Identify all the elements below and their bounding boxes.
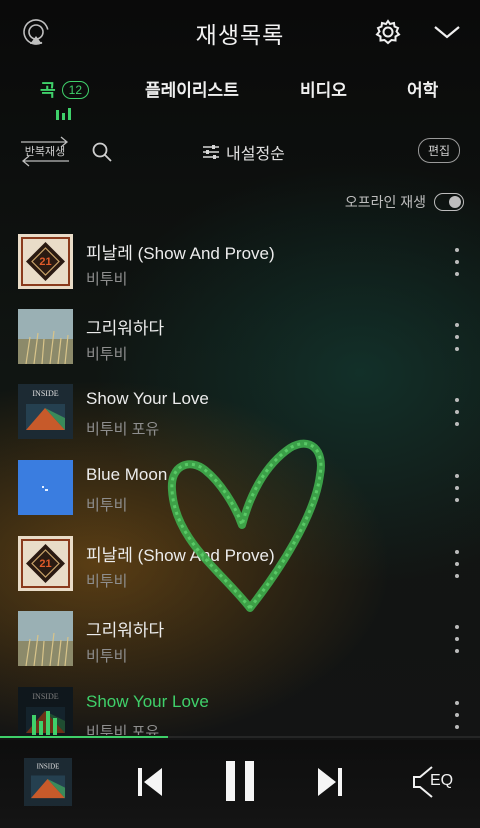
song-artist: 비투비 포유: [86, 724, 160, 735]
album-art-inside: INSIDE: [18, 384, 73, 439]
repeat-label: 반복재생: [24, 146, 66, 158]
song-row[interactable]: INSIDE Show Your Love 비투비 포유: [0, 374, 480, 448]
offline-play-toggle-row: 오프라인 재생: [345, 192, 464, 212]
song-artist: 비투비 포유: [86, 421, 160, 438]
equalizer-icon: [56, 108, 71, 120]
offline-play-toggle[interactable]: [434, 193, 464, 211]
album-art-field: [18, 309, 73, 364]
song-row[interactable]: 21 피날레 (Show And Prove) 비투비: [0, 224, 480, 298]
song-artist: 비투비: [86, 497, 128, 514]
tab-language[interactable]: 어학: [407, 76, 438, 101]
more-options-button[interactable]: [448, 398, 466, 426]
more-options-button[interactable]: [448, 248, 466, 276]
sliders-icon: [203, 145, 219, 159]
song-row-now-playing[interactable]: INSIDE Show Your Love 비투비 포유: [0, 677, 480, 735]
more-options-button[interactable]: [448, 701, 466, 729]
edit-button[interactable]: 편집: [418, 138, 461, 163]
song-title: 그리워하다: [86, 621, 165, 640]
album-art-finale: 21: [18, 536, 73, 591]
tab-videos[interactable]: 비디오: [300, 76, 347, 101]
gear-icon: [375, 19, 401, 45]
svg-text:INSIDE: INSIDE: [32, 389, 58, 398]
more-options-button[interactable]: [448, 323, 466, 351]
previous-button[interactable]: [128, 760, 172, 804]
search-button[interactable]: [88, 138, 116, 166]
song-artist: 비투비: [86, 648, 128, 665]
song-row[interactable]: 그리워하다 비투비: [0, 299, 480, 373]
song-row[interactable]: Blue Moon 비투비: [0, 450, 480, 524]
skip-next-icon: [318, 768, 342, 796]
search-icon: [92, 142, 112, 162]
song-row[interactable]: 21 피날레 (Show And Prove) 비투비: [0, 526, 480, 600]
more-options-button[interactable]: [448, 625, 466, 653]
song-title: Show Your Love: [86, 692, 209, 711]
page-title: 재생목록: [195, 22, 285, 48]
song-title: Blue Moon: [86, 465, 168, 484]
tab-songs[interactable]: 곡 12: [40, 76, 89, 120]
song-artist: 비투비: [86, 271, 128, 288]
song-title: 그리워하다: [86, 319, 165, 338]
tab-label: 곡: [40, 81, 56, 100]
eq-button[interactable]: EQ: [410, 762, 460, 802]
song-title: 피날레 (Show And Prove): [86, 244, 275, 263]
song-artist: 비투비: [86, 346, 128, 363]
svg-text:INSIDE: INSIDE: [37, 762, 60, 770]
eq-label: EQ: [430, 772, 454, 789]
song-artist: 비투비: [86, 573, 128, 590]
song-count-badge: 12: [61, 81, 89, 99]
tab-bar: 곡 12 플레이리스트 비디오 어학: [0, 70, 480, 120]
progress-fill: [0, 736, 168, 738]
more-options-button[interactable]: [448, 550, 466, 578]
album-art-finale: 21: [18, 234, 73, 289]
repeat-play-button[interactable]: 반복재생: [18, 136, 72, 167]
mini-player: INSIDE EQ: [0, 740, 480, 828]
tab-playlists[interactable]: 플레이리스트: [145, 76, 239, 101]
song-title: 피날레 (Show And Prove): [86, 546, 275, 565]
more-options-button[interactable]: [448, 474, 466, 502]
song-row[interactable]: 그리워하다 비투비: [0, 601, 480, 675]
pause-button[interactable]: [216, 756, 264, 806]
skip-previous-icon: [138, 768, 162, 796]
chevron-down-icon: [434, 26, 460, 39]
pause-icon: [226, 761, 254, 801]
collapse-button[interactable]: [430, 16, 464, 48]
toolbar: 반복재생 내설정순 편집: [0, 132, 480, 172]
album-art-field: [18, 611, 73, 666]
song-title: Show Your Love: [86, 389, 209, 408]
offline-play-label: 오프라인 재생: [344, 194, 426, 210]
sort-button[interactable]: 내설정순: [202, 140, 285, 164]
settings-button[interactable]: [372, 16, 404, 48]
playback-progress-bar[interactable]: [0, 736, 480, 738]
svg-text:21: 21: [39, 558, 51, 570]
album-art-inside: INSIDE: [18, 687, 73, 735]
header: 재생목록: [0, 0, 480, 64]
now-playing-album-art[interactable]: INSIDE: [24, 758, 72, 806]
next-button[interactable]: [308, 760, 352, 804]
album-art-blue: [18, 460, 73, 515]
toggle-knob: [449, 196, 461, 208]
svg-text:21: 21: [39, 256, 51, 268]
sort-label: 내설정순: [226, 146, 285, 163]
